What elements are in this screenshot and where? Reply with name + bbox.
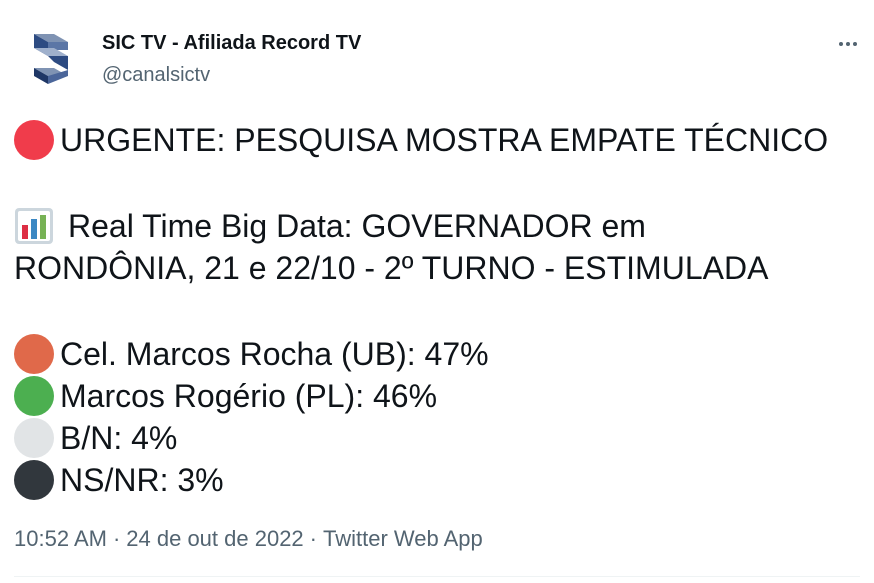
result-text: Marcos Rogério (PL): 46% bbox=[60, 378, 438, 414]
poll-title-line-1: Real Time Big Data: GOVERNADOR em bbox=[14, 206, 646, 246]
orange-circle-icon bbox=[14, 334, 54, 374]
result-row: B/N: 4% bbox=[14, 418, 177, 458]
result-text: Cel. Marcos Rocha (UB): 47% bbox=[60, 336, 489, 372]
tweet-headline-line: URGENTE: PESQUISA MOSTRA EMPATE TÉCNICO bbox=[14, 120, 828, 160]
tweet-date[interactable]: 24 de out de 2022 bbox=[126, 526, 303, 551]
author-handle[interactable]: @canalsictv bbox=[102, 64, 210, 87]
result-row: Marcos Rogério (PL): 46% bbox=[14, 376, 437, 416]
white-circle-icon bbox=[14, 418, 54, 458]
more-dot bbox=[853, 42, 857, 46]
black-circle-icon bbox=[14, 460, 54, 500]
result-text: NS/NR: 3% bbox=[60, 462, 224, 498]
more-horizontal-icon bbox=[839, 42, 843, 46]
divider bbox=[14, 576, 860, 577]
meta-separator: · bbox=[309, 526, 317, 551]
tweet-source[interactable]: Twitter Web App bbox=[323, 526, 483, 551]
tweet-headline: URGENTE: PESQUISA MOSTRA EMPATE TÉCNICO bbox=[60, 122, 829, 158]
tweet-time[interactable]: 10:52 AM bbox=[14, 526, 107, 551]
poll-title-2: RONDÔNIA, 21 e 22/10 - 2º TURNO - ESTIMU… bbox=[14, 250, 769, 286]
avatar[interactable] bbox=[20, 28, 82, 90]
meta-separator: · bbox=[112, 526, 121, 551]
bar-chart-icon bbox=[15, 208, 53, 244]
author-name[interactable]: SIC TV - Afiliada Record TV bbox=[102, 32, 361, 55]
more-dot bbox=[846, 42, 850, 46]
more-options-button[interactable] bbox=[830, 26, 866, 62]
tweet-meta: 10:52 AM · 24 de out de 2022 · Twitter Web A… bbox=[14, 526, 483, 552]
result-row: NS/NR: 3% bbox=[14, 460, 224, 500]
result-text: B/N: 4% bbox=[60, 420, 178, 456]
poll-title-1: Real Time Big Data: GOVERNADOR em bbox=[68, 208, 646, 244]
poll-title-line-2: RONDÔNIA, 21 e 22/10 - 2º TURNO - ESTIMU… bbox=[14, 248, 768, 288]
sic-logo-icon bbox=[34, 34, 68, 84]
red-circle-icon bbox=[14, 120, 54, 160]
result-row: Cel. Marcos Rocha (UB): 47% bbox=[14, 334, 489, 374]
green-circle-icon bbox=[14, 376, 54, 416]
tweet: SIC TV - Afiliada Record TV @canalsictv … bbox=[0, 0, 874, 583]
